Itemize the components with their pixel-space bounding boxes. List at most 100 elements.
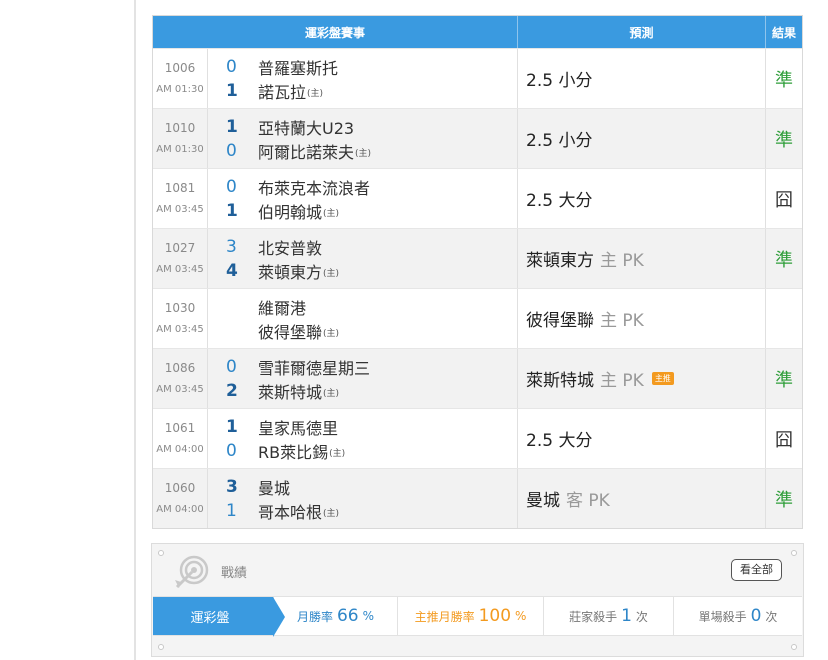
match-time: AM 01:30	[156, 143, 204, 155]
team1-name[interactable]: 皇家馬德里	[258, 415, 338, 439]
banker-killer-label: 莊家殺手	[569, 609, 618, 624]
prediction-cell: 萊斯特城主 PK 主推	[518, 349, 766, 408]
team2-name[interactable]: 哥本哈根(主)	[258, 499, 339, 523]
view-all-button[interactable]: 看全部	[731, 559, 782, 581]
team2-name[interactable]: 萊頓東方(主)	[258, 259, 339, 283]
team1-name[interactable]: 北安普敦	[258, 235, 322, 259]
prediction-pick: 萊頓東方	[526, 251, 594, 271]
record-header: 戰績 看全部	[152, 544, 803, 595]
table-row: 1006 AM 01:30 0 普羅塞斯托 1 諾瓦拉(主) 2.5 小分 準	[153, 48, 802, 108]
single-killer-label: 單場殺手	[698, 609, 747, 624]
match-info: 1027 AM 03:45	[153, 229, 208, 288]
home-line: 0 布萊克本流浪者	[226, 175, 517, 199]
banker-killer-unit: 次	[635, 609, 648, 624]
team-name-text: 亞特蘭大U23	[258, 118, 355, 138]
team2-name[interactable]: RB萊比錫(主)	[258, 439, 345, 463]
prediction-pick: 2.5 大分	[526, 191, 593, 211]
match-info: 1081 AM 03:45	[153, 169, 208, 228]
team1-score: 3	[226, 476, 238, 497]
home-line: 1 皇家馬德里	[226, 415, 517, 439]
team1-score: 0	[226, 176, 237, 197]
team1-score: 0	[226, 356, 237, 377]
team-name-text: 布萊克本流浪者	[258, 178, 371, 198]
team-name-text: 伯明翰城	[258, 202, 323, 222]
team-name-text: 阿爾比諾萊夫	[258, 142, 355, 162]
match-info: 1006 AM 01:30	[153, 49, 208, 108]
top-pick-badge: 主推	[651, 372, 674, 385]
stats-bar: 運彩盤 月勝率 66 % 主推月勝率 100 % 莊家殺手 1 次 單場殺手 0…	[153, 596, 802, 637]
away-line: 1 諾瓦拉(主)	[226, 79, 517, 103]
host-mark: (主)	[323, 208, 340, 219]
away-line: 1 哥本哈根(主)	[226, 499, 517, 523]
team1-name[interactable]: 雪菲爾德星期三	[258, 355, 370, 379]
away-line: 4 萊頓東方(主)	[226, 259, 517, 283]
team-name-text: 普羅塞斯托	[258, 58, 339, 78]
prediction-side: 主 PK	[600, 311, 644, 331]
team-name-text: 皇家馬德里	[258, 418, 339, 438]
corner-dot	[158, 644, 164, 650]
match-time: AM 03:45	[156, 323, 204, 335]
host-mark: (主)	[323, 388, 340, 399]
team2-name[interactable]: 阿爾比諾萊夫(主)	[258, 139, 371, 163]
host-mark: (主)	[329, 448, 346, 459]
team-name-text: 萊頓東方	[258, 262, 323, 282]
result-cell: 準	[775, 249, 793, 271]
result-cell: 準	[775, 369, 793, 391]
match-number: 1030	[164, 300, 196, 315]
away-line: 2 萊斯特城(主)	[226, 379, 517, 403]
table-row: 1010 AM 01:30 1 亞特蘭大U23 0 阿爾比諾萊夫(主) 2.5 小分 準	[153, 108, 802, 168]
prediction-pick: 曼城	[526, 491, 560, 511]
team-name-text: 雪菲爾德星期三	[258, 358, 371, 378]
result-cell	[766, 289, 802, 348]
prediction-cell: 2.5 小分	[518, 109, 766, 168]
banker-killer-value: 1	[621, 606, 632, 626]
single-killer: 單場殺手 0 次	[673, 597, 802, 635]
team1-name[interactable]: 亞特蘭大U23	[258, 115, 354, 139]
host-mark: (主)	[323, 508, 340, 519]
table-row: 1030 AM 03:45 維爾港 彼得堡聯(主) 彼得堡聯主 PK	[153, 288, 802, 348]
team2-name[interactable]: 伯明翰城(主)	[258, 199, 339, 223]
prediction-cell: 2.5 小分	[518, 49, 766, 108]
match-info: 1086 AM 03:45	[153, 349, 208, 408]
single-killer-unit: 次	[765, 609, 778, 624]
header-match: 運彩盤賽事	[153, 16, 518, 48]
prediction-pick: 2.5 大分	[526, 431, 593, 451]
teams-cell: 0 普羅塞斯托 1 諾瓦拉(主)	[208, 49, 518, 108]
team2-name[interactable]: 彼得堡聯(主)	[258, 319, 339, 343]
host-mark: (主)	[307, 88, 324, 99]
match-time: AM 01:30	[156, 83, 204, 95]
prediction-pick: 2.5 小分	[526, 71, 593, 91]
team2-score: 2	[226, 380, 238, 401]
team1-name[interactable]: 曼城	[258, 475, 290, 499]
stats-category-tab[interactable]: 運彩盤	[153, 597, 285, 637]
team1-name[interactable]: 布萊克本流浪者	[258, 175, 370, 199]
team1-name[interactable]: 普羅塞斯托	[258, 55, 338, 79]
pick-win-unit: %	[515, 609, 527, 623]
monthly-win-label: 月勝率	[296, 609, 333, 624]
pick-win-label: 主推月勝率	[414, 609, 475, 624]
prediction-cell: 2.5 大分	[518, 409, 766, 468]
host-mark: (主)	[355, 148, 372, 159]
home-line: 0 雪菲爾德星期三	[226, 355, 517, 379]
teams-cell: 維爾港 彼得堡聯(主)	[208, 289, 518, 348]
table-row: 1027 AM 03:45 3 北安普敦 4 萊頓東方(主) 萊頓東方主 PK 準	[153, 228, 802, 288]
match-number: 1086	[164, 360, 196, 375]
team1-name[interactable]: 維爾港	[258, 295, 306, 319]
away-line: 0 阿爾比諾萊夫(主)	[226, 139, 517, 163]
target-icon	[175, 555, 209, 589]
match-time: AM 03:45	[156, 383, 204, 395]
pick-win-rate: 主推月勝率 100 %	[397, 597, 543, 635]
table-row: 1081 AM 03:45 0 布萊克本流浪者 1 伯明翰城(主) 2.5 大分 囧	[153, 168, 802, 228]
prediction-cell: 萊頓東方主 PK	[518, 229, 766, 288]
result-cell: 囧	[775, 429, 793, 451]
prediction-pick: 彼得堡聯	[526, 311, 594, 331]
match-info: 1030 AM 03:45	[153, 289, 208, 348]
team2-name[interactable]: 萊斯特城(主)	[258, 379, 339, 403]
single-killer-value: 0	[750, 606, 762, 626]
result-cell: 準	[775, 69, 793, 91]
team-name-text: 維爾港	[258, 298, 307, 318]
home-line: 3 曼城	[226, 475, 517, 499]
team2-name[interactable]: 諾瓦拉(主)	[258, 79, 323, 103]
team2-score: 1	[226, 500, 237, 521]
team1-score: 0	[226, 56, 237, 77]
